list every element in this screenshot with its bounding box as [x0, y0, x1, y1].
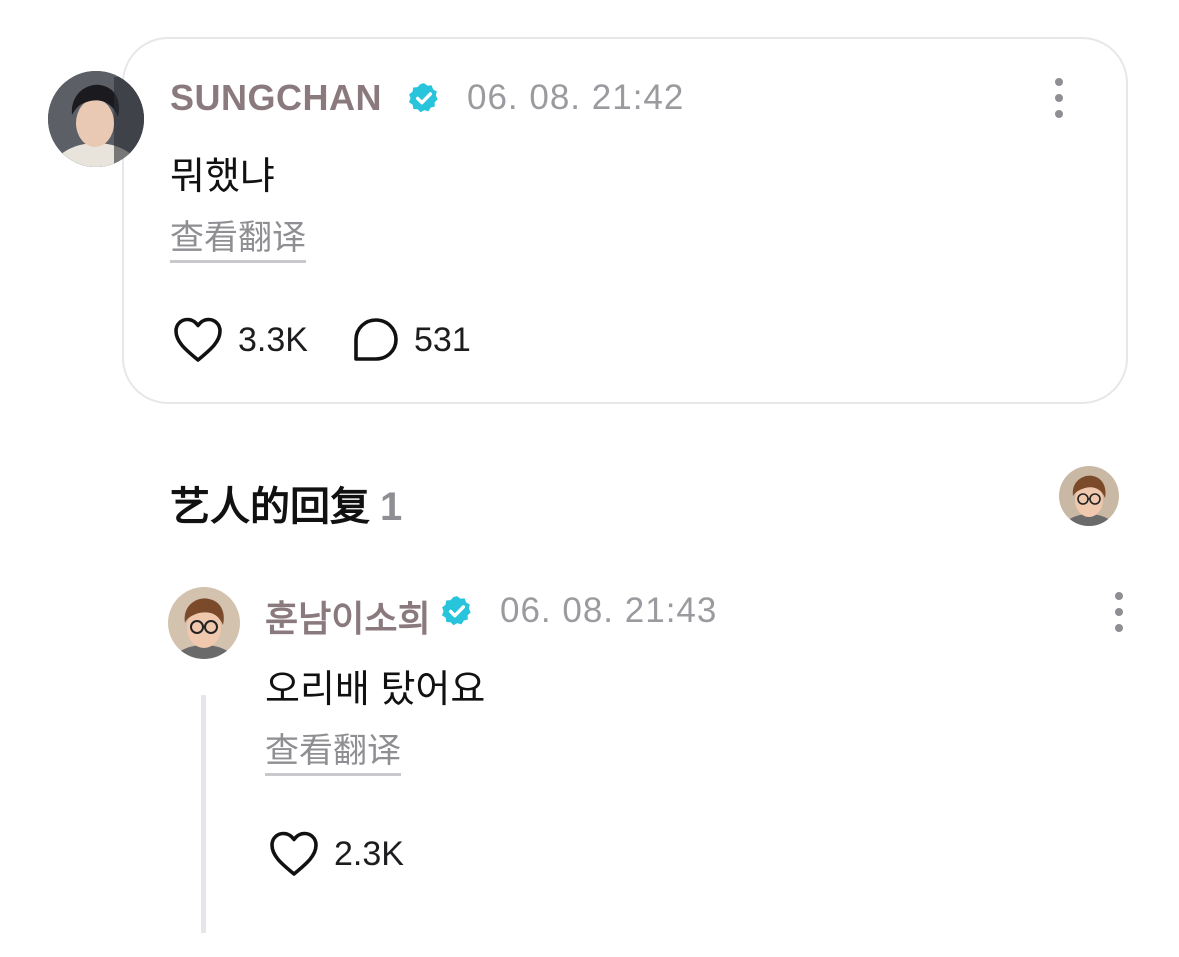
comment-count: 531: [414, 320, 471, 359]
like-button[interactable]: 3.3K: [172, 316, 308, 364]
post-text: 뭐했냐: [170, 156, 275, 198]
replier-avatar-small[interactable]: [1059, 466, 1119, 526]
translate-link[interactable]: 查看翻译: [170, 219, 306, 264]
reply-avatar[interactable]: [168, 587, 240, 659]
translate-link[interactable]: 查看翻译: [265, 732, 401, 777]
comment-button[interactable]: 531: [352, 316, 471, 364]
avatar[interactable]: [48, 71, 144, 167]
like-count: 2.3K: [334, 834, 404, 873]
post-timestamp: 06. 08. 21:42: [467, 78, 685, 117]
verified-badge-icon: [408, 83, 438, 113]
like-count: 3.3K: [238, 320, 308, 359]
like-button[interactable]: 2.3K: [268, 830, 404, 878]
comment-bubble-icon: [354, 318, 398, 361]
artist-replies-heading: 艺人的回复 1: [170, 474, 402, 532]
more-options-icon[interactable]: [1052, 78, 1066, 118]
reply-timestamp: 06. 08. 21:43: [500, 591, 718, 630]
heart-icon: [270, 831, 318, 876]
artist-replies-count: 1: [380, 485, 403, 529]
thread-line: [201, 695, 206, 933]
verified-badge-icon: [441, 596, 471, 626]
reply-username[interactable]: 훈남이소희: [265, 590, 431, 642]
more-options-icon[interactable]: [1112, 592, 1126, 632]
artist-replies-title: 艺人的回复: [170, 485, 370, 529]
post-username[interactable]: SUNGCHAN: [170, 77, 382, 119]
heart-icon: [174, 317, 222, 362]
reply-text: 오리배 탔어요: [265, 669, 486, 711]
